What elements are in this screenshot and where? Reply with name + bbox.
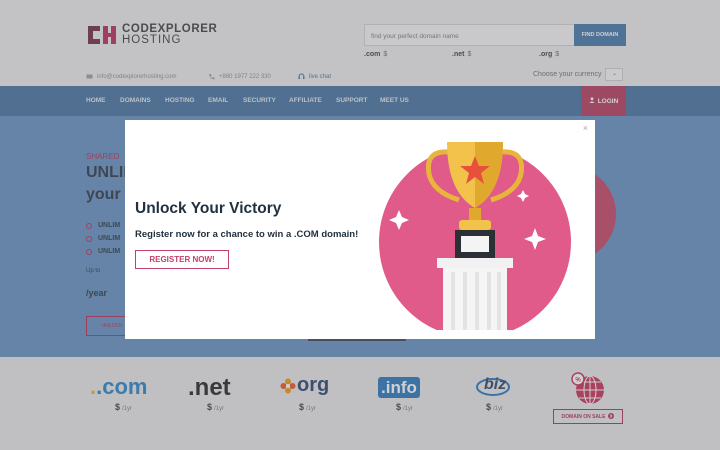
- modal-title: Unlock Your Victory: [135, 200, 282, 217]
- register-now-button[interactable]: REGISTER NOW!: [135, 250, 229, 269]
- promo-modal: × Unlock Your Victory Register now for a…: [125, 120, 595, 339]
- page: CODEXPLORER HOSTING FIND DOMAIN .com$ .n…: [0, 0, 720, 450]
- trophy-illustration: [379, 142, 571, 330]
- close-icon[interactable]: ×: [583, 123, 588, 133]
- modal-subtitle: Register now for a chance to win a .COM …: [135, 229, 359, 240]
